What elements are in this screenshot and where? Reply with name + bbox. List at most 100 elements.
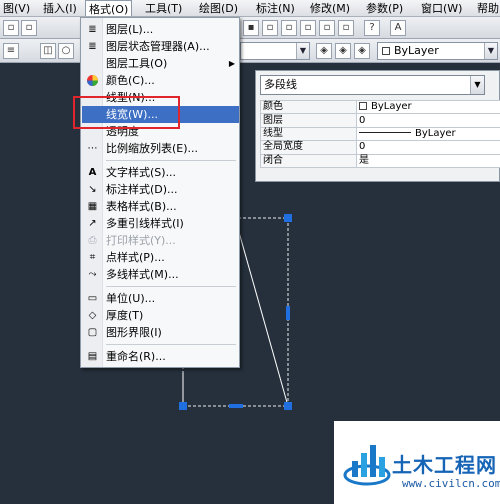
property-key: 颜色: [260, 99, 357, 115]
menu-item-label: 重命名(R)...: [106, 350, 166, 363]
light-bulb-icon[interactable]: ○: [58, 43, 74, 59]
menu-item-drawing-limits[interactable]: ▢ 图形界限(I): [82, 324, 239, 341]
menu-bar: 图(V) 插入(I) 格式(O) 工具(T) 绘图(D) 标注(N) 修改(M)…: [0, 0, 500, 17]
help-icon[interactable]: ?: [364, 20, 380, 36]
toolbar-button[interactable]: ▫: [300, 20, 316, 36]
menu-item-transparency[interactable]: 透明度: [82, 123, 239, 140]
menu-item-label: 颜色(C)...: [106, 74, 155, 87]
format-menu: ≣ 图层(L)... ≣ 图层状态管理器(A)... 图层工具(O) ▶ 颜色(…: [80, 17, 240, 368]
property-key: 闭合: [260, 153, 357, 168]
property-row[interactable]: 闭合 是: [260, 153, 500, 168]
toolbar-button[interactable]: ▫: [3, 20, 19, 36]
property-value[interactable]: 是: [356, 153, 500, 168]
layer-combo[interactable]: ▼: [240, 42, 310, 60]
grip[interactable]: [284, 402, 292, 410]
menu-item-label: 线型(N)...: [106, 91, 156, 104]
layers-toolbar: ≡ ◫ ○ ▼ ◈ ◈ ◈ ByLayer ▼: [0, 39, 500, 63]
menu-dimension[interactable]: 标注(N): [253, 0, 298, 16]
menu-item-label: 透明度: [106, 125, 139, 138]
color-swatch: [359, 102, 367, 111]
menu-window[interactable]: 窗口(W): [418, 0, 465, 16]
layer-icon[interactable]: ◫: [40, 43, 56, 59]
selection-type-value: 多段线: [264, 78, 297, 91]
menu-item-multiline-style[interactable]: ⤳ 多线样式(M)...: [82, 266, 239, 283]
toolbar-button[interactable]: ▫: [281, 20, 297, 36]
menu-item-text-style[interactable]: A 文字样式(S)...: [82, 164, 239, 181]
selection-type-combo[interactable]: 多段线 ▼: [260, 75, 485, 95]
menu-tools[interactable]: 工具(T): [142, 0, 185, 16]
menu-item-plot-style: ⎙ 打印样式(Y)...: [82, 232, 239, 249]
menu-item-label: 图形界限(I): [106, 326, 162, 339]
menu-item-units[interactable]: ▭ 单位(U)...: [82, 290, 239, 307]
property-value-text: ByLayer: [371, 101, 412, 113]
property-row[interactable]: 线型 ByLayer: [260, 126, 500, 142]
property-key: 线型: [260, 126, 357, 142]
toolbar-button[interactable]: ▫: [338, 20, 354, 36]
menu-insert[interactable]: 插入(I): [40, 0, 80, 16]
menu-modify[interactable]: 修改(M): [307, 0, 353, 16]
menu-separator: [106, 160, 236, 161]
property-key: 图层: [260, 113, 357, 128]
watermark-url: www.civilcn.com: [402, 477, 500, 490]
watermark-text: 土木工程网: [392, 453, 497, 477]
linetype-sample: [359, 132, 411, 134]
menu-item-layer-tools[interactable]: 图层工具(O) ▶: [82, 55, 239, 72]
layer-properties-icon[interactable]: ≡: [3, 43, 19, 59]
menu-item-table-style[interactable]: ▦ 表格样式(B)...: [82, 198, 239, 215]
menu-item-label: 标注样式(D)...: [106, 183, 178, 196]
property-value[interactable]: ByLayer: [356, 126, 500, 142]
property-value[interactable]: 0: [356, 113, 500, 128]
grip-midpoint[interactable]: [286, 306, 290, 320]
standard-toolbar: ▫ ▫ ▪ ▫ ▫ ▫ ▫ ▫ ? A: [0, 17, 500, 39]
menu-item-label: 表格样式(B)...: [106, 200, 177, 213]
rename-icon: ▤: [87, 351, 98, 362]
property-row[interactable]: 全局宽度 0: [260, 140, 500, 155]
toolbar-button[interactable]: ▪: [243, 20, 259, 36]
menu-separator: [106, 344, 236, 345]
menu-item-color[interactable]: 颜色(C)...: [82, 72, 239, 89]
table-style-icon: ▦: [87, 201, 98, 212]
layer-icon: ≣: [88, 24, 97, 35]
menu-item-label: 图层(L)...: [106, 23, 154, 36]
property-value[interactable]: 0: [356, 140, 500, 155]
color-combo[interactable]: ByLayer ▼: [377, 42, 498, 60]
menu-item-label: 单位(U)...: [106, 292, 156, 305]
menu-item-lineweight[interactable]: 线宽(W)...: [82, 106, 239, 123]
layer-match-icon[interactable]: ◈: [354, 43, 370, 59]
menu-item-point-style[interactable]: ⌗ 点样式(P)...: [82, 249, 239, 266]
units-icon: ▭: [87, 293, 98, 304]
scale-list-icon: ⋯: [87, 143, 98, 154]
grip[interactable]: [284, 214, 292, 222]
menu-item-dimension-style[interactable]: ↘ 标注样式(D)...: [82, 181, 239, 198]
menu-item-layer[interactable]: ≣ 图层(L)...: [82, 21, 239, 38]
menu-draw[interactable]: 绘图(D): [196, 0, 241, 16]
point-style-icon: ⌗: [89, 252, 96, 263]
text-style-toolbar-icon[interactable]: A: [390, 20, 406, 36]
grip-midpoint[interactable]: [229, 404, 243, 408]
menu-item-linetype[interactable]: 线型(N)...: [82, 89, 239, 106]
menu-item-scale-list[interactable]: ⋯ 比例缩放列表(E)...: [82, 140, 239, 157]
toolbar-button[interactable]: ▫: [319, 20, 335, 36]
submenu-arrow-icon: ▶: [228, 59, 235, 68]
menu-item-label: 点样式(P)...: [106, 251, 165, 264]
menu-item-thickness[interactable]: ◇ 厚度(T): [82, 307, 239, 324]
menu-item-rename[interactable]: ▤ 重命名(R)...: [82, 348, 239, 365]
property-row[interactable]: 图层 0: [260, 113, 500, 128]
menu-help[interactable]: 帮助: [474, 0, 500, 16]
chevron-down-icon: ▼: [470, 76, 484, 94]
menu-view[interactable]: 图(V): [0, 0, 33, 16]
layer-previous-icon[interactable]: ◈: [335, 43, 351, 59]
toolbar-button[interactable]: ▫: [262, 20, 278, 36]
menu-item-label: 文字样式(S)...: [106, 166, 177, 179]
make-current-icon[interactable]: ◈: [316, 43, 332, 59]
menu-item-multileader-style[interactable]: ↗ 多重引线样式(I): [82, 215, 239, 232]
toolbar-button[interactable]: ▫: [21, 20, 37, 36]
grip[interactable]: [179, 402, 187, 410]
properties-table: 颜色 ByLayer 图层 0 线型 ByLayer 全局宽度 0 闭合 是: [260, 99, 500, 168]
menu-format[interactable]: 格式(O): [85, 0, 133, 16]
quick-properties-panel: 多段线 ▼ 颜色 ByLayer 图层 0 线型 ByLayer 全局宽度 0 …: [255, 70, 500, 182]
property-value[interactable]: ByLayer: [356, 99, 500, 115]
property-row[interactable]: 颜色 ByLayer: [260, 99, 500, 115]
menu-item-layer-state-manager[interactable]: ≣ 图层状态管理器(A)...: [82, 38, 239, 55]
menu-parametric[interactable]: 参数(P): [363, 0, 406, 16]
